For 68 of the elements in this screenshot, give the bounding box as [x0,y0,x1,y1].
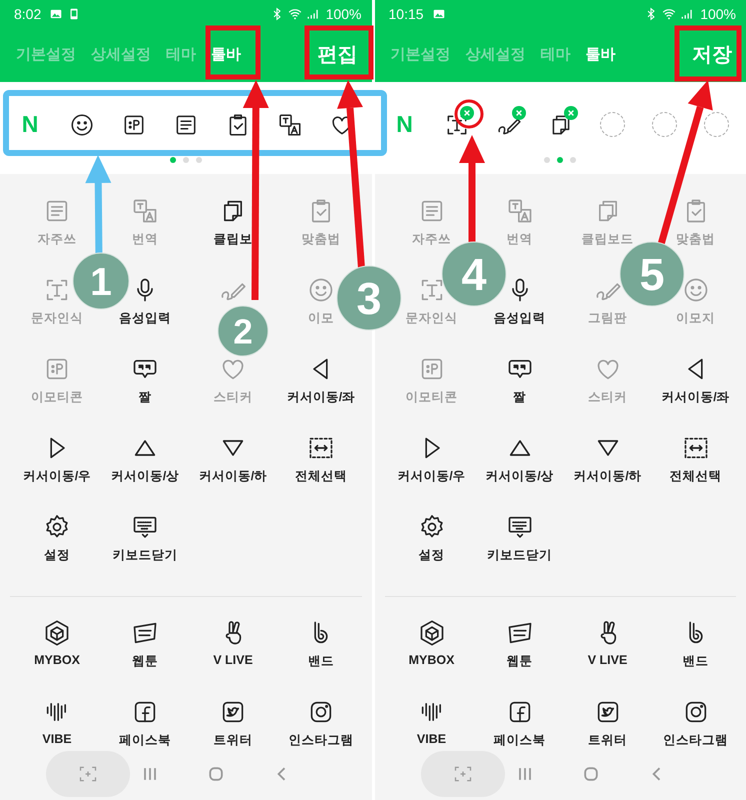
naver-logo[interactable]: N [22,111,38,138]
app-label: 밴드 [308,653,334,670]
app-label: 웹툰 [506,653,532,670]
clock-time: 8:02 [14,6,42,22]
tool-label: 이모지 [676,310,715,326]
tool-label: 번역 [506,231,532,248]
step-badge: 3 [336,266,402,330]
app-label: V LIVE [213,653,253,670]
tool-label: 커서이동/상 [485,468,554,484]
tool-label: 전체선택 [670,468,722,484]
app-label: MYBOX [408,653,454,670]
step-badge: 1 [72,252,130,310]
tool-label: 키보드닫기 [487,547,552,564]
app-label: 밴드 [682,653,708,670]
tool-label: 커서이동/하 [198,468,268,484]
battery-level: 100% [700,6,736,22]
action-button[interactable]: 저장 [688,41,736,68]
app-label: 페이스북 [494,732,546,748]
tool-label: 전체선택 [295,468,347,484]
app-label: V LIVE [588,653,628,670]
tool-label: 짤 [513,389,526,406]
tool-label: 문자인식 [31,310,83,326]
tool-label: 스티커 [588,389,627,406]
tool-label: 음성입력 [119,310,171,326]
naver-logo[interactable]: N [396,111,413,138]
tool-label: 이모 [308,310,334,326]
tool-label: 커서이동/상 [110,468,180,484]
app-label: MYBOX [34,653,80,670]
app-label: 웹툰 [132,653,158,670]
app-label: 트위터 [588,732,627,748]
tool-label: 자주쓰 [38,231,76,248]
settings-tab[interactable]: 기본설정 [16,45,76,64]
tool-label: 음성입력 [494,310,546,326]
settings-tab[interactable]: 툴바 [586,45,616,64]
step-badge: 2 [218,306,268,356]
tool-label: 짤 [138,389,152,406]
tool-label: 설정 [44,547,70,564]
app-label: VIBE [416,732,446,748]
tool-label: 클립보 [214,231,252,248]
settings-tab[interactable]: 상세설정 [91,45,151,64]
app-label: 인스타그램 [288,732,354,748]
tool-label: 설정 [418,547,444,564]
tool-label: 키보드닫기 [112,547,178,564]
settings-tab[interactable]: 상세설정 [466,45,526,64]
step-badge: 4 [442,242,506,306]
app-label: 트위터 [214,732,252,748]
tool-label: 그림판 [588,310,627,326]
clock-time: 10:15 [388,6,424,22]
tool-label: 이모티콘 [31,389,83,406]
tool-label: 맞춤법 [302,231,340,248]
tool-label: 커서이동/하 [573,468,642,484]
app-label: VIBE [42,732,72,748]
settings-tab[interactable]: 테마 [540,45,570,64]
app-label: 인스타그램 [663,732,728,748]
tool-label: 커서이동/우 [397,468,466,484]
settings-tab[interactable]: 툴바 [211,45,241,64]
tool-label: 이모티콘 [406,389,458,406]
tool-label: 번역 [132,231,158,248]
tool-label: 문자인식 [406,310,458,326]
settings-tab[interactable]: 테마 [166,45,196,64]
tool-label: 커서이동/좌 [286,389,356,406]
battery-level: 100% [326,6,362,22]
action-button[interactable]: 편집 [314,41,362,68]
settings-tab[interactable]: 기본설정 [390,45,450,64]
tool-label: 커서이동/좌 [661,389,730,406]
tool-label: 커서이동/우 [22,468,92,484]
tool-label: 스티커 [214,389,252,406]
app-label: 페이스북 [119,732,171,748]
